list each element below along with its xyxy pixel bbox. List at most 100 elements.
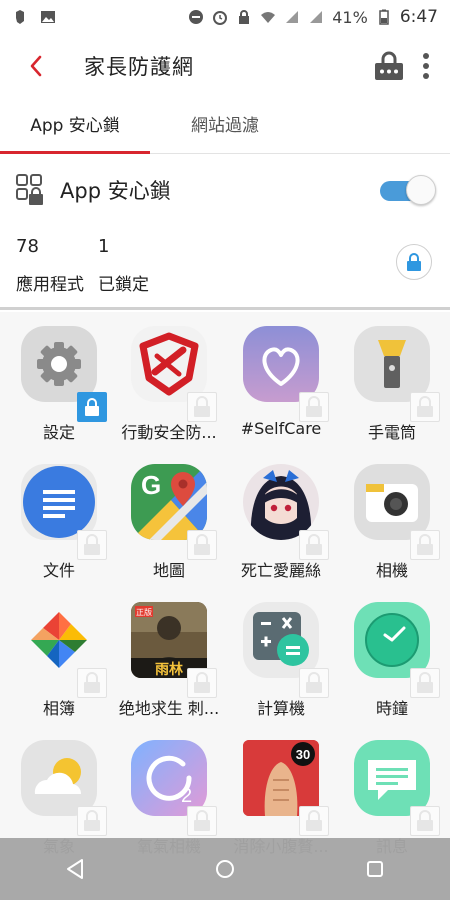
app-tile-settings[interactable]: 設定 — [3, 312, 115, 450]
pin-lock-button[interactable] — [374, 46, 404, 86]
home-circle-icon — [216, 860, 234, 878]
fitness-30-icon: 30 — [243, 740, 319, 816]
anime-girl-icon — [243, 464, 319, 540]
app-lock-label: App 安心鎖 — [60, 179, 171, 203]
lock-badge-locked[interactable] — [77, 392, 107, 422]
tab-web-filter[interactable]: 網站過濾 — [150, 98, 300, 153]
apps-label: 應用程式 — [16, 275, 84, 295]
settings-gear-icon — [21, 326, 97, 402]
maps-icon: G — [131, 464, 207, 540]
app-tile-flashlight[interactable]: 手電筒 — [336, 312, 448, 450]
lock-open-icon — [417, 534, 433, 555]
app-label: 死亡愛麗絲 — [240, 561, 321, 580]
app-tile-docs[interactable]: 文件 — [3, 450, 115, 588]
fitness-badge-text: 30 — [296, 747, 310, 762]
battery-icon — [379, 9, 389, 25]
lock-badge-unlocked[interactable] — [187, 668, 217, 698]
locked-count: 1 — [98, 236, 110, 257]
lock-open-icon — [194, 810, 210, 831]
weather-icon — [21, 740, 97, 816]
lock-badge-unlocked[interactable] — [187, 530, 217, 560]
more-options-button[interactable] — [422, 46, 430, 86]
nav-back-button[interactable] — [45, 844, 105, 894]
lock-open-icon — [84, 534, 100, 555]
app-tile-photos[interactable]: 相簿 — [3, 588, 115, 726]
divider — [0, 307, 450, 310]
clock-time: 6:47 — [399, 7, 438, 27]
game-text: 雨林 — [155, 661, 183, 678]
battery-percent: 41% — [332, 7, 368, 27]
locked-label: 已鎖定 — [98, 275, 149, 295]
lock-icon — [407, 253, 421, 271]
app-tile-death-alice[interactable]: 死亡愛麗絲 — [225, 450, 337, 588]
lock-badge-unlocked[interactable] — [410, 806, 440, 836]
mobile-security-icon — [131, 326, 207, 402]
lock-badge-unlocked[interactable] — [77, 806, 107, 836]
app-tile-camera[interactable]: 相機 — [336, 450, 448, 588]
lock-open-icon — [194, 534, 210, 555]
app-tile-calculator[interactable]: 計算機 — [225, 588, 337, 726]
flashlight-icon — [354, 326, 430, 402]
evernote-icon — [16, 10, 24, 24]
lock-open-icon — [84, 810, 100, 831]
clock-icon — [354, 602, 430, 678]
game-tag-text: 正版 — [136, 607, 152, 617]
lock-icon — [239, 10, 250, 24]
lock-badge-unlocked[interactable] — [187, 392, 217, 422]
messages-icon — [354, 740, 430, 816]
app-tile-mobile-security[interactable]: 行動安全防... — [113, 312, 225, 450]
wifi-icon — [261, 12, 276, 23]
toggle-knob — [406, 175, 436, 205]
lock-badge-unlocked[interactable] — [187, 806, 217, 836]
pin-lock-icon — [375, 51, 403, 80]
lock-open-icon — [84, 672, 100, 693]
nav-home-button[interactable] — [195, 844, 255, 894]
lock-badge-unlocked[interactable] — [410, 668, 440, 698]
lock-open-icon — [306, 396, 322, 417]
locked-apps-button[interactable] — [396, 244, 432, 280]
apps-count: 78 — [16, 236, 39, 257]
tab-app-lock[interactable]: App 安心鎖 — [0, 98, 150, 154]
lock-open-icon — [306, 810, 322, 831]
app-tile-maps[interactable]: G 地圖 — [113, 450, 225, 588]
lock-open-icon — [194, 396, 210, 417]
app-label: 計算機 — [256, 699, 305, 718]
app-grid: 設定 行動安全防... #SelfCare 手電筒 文件 G 地圖 死亡愛麗絲 … — [0, 312, 450, 856]
system-nav-bar — [0, 838, 450, 900]
lock-open-icon — [417, 672, 433, 693]
lock-stats: 78 1 應用程式 已鎖定 — [0, 232, 450, 300]
svg-text:G: G — [141, 470, 161, 500]
tab-bar: App 安心鎖 網站過濾 — [0, 98, 450, 154]
lock-open-icon — [417, 810, 433, 831]
back-arrow-icon — [30, 55, 42, 77]
oxygen-camera-icon: 2 — [131, 740, 207, 816]
lock-open-icon — [306, 672, 322, 693]
lock-open-icon — [306, 534, 322, 555]
back-button[interactable] — [8, 34, 64, 98]
lock-badge-unlocked[interactable] — [299, 806, 329, 836]
app-label: 地圖 — [152, 561, 185, 580]
lock-badge-unlocked[interactable] — [299, 668, 329, 698]
app-label: 相機 — [375, 561, 408, 580]
heart-icon — [243, 326, 319, 402]
lock-badge-unlocked[interactable] — [299, 530, 329, 560]
app-label: 手電筒 — [367, 423, 416, 442]
oxygen-badge-text: 2 — [181, 785, 192, 807]
back-triangle-icon — [67, 859, 83, 879]
lock-badge-unlocked[interactable] — [77, 530, 107, 560]
lock-badge-unlocked[interactable] — [77, 668, 107, 698]
lock-badge-unlocked[interactable] — [410, 392, 440, 422]
app-tile-clock[interactable]: 時鐘 — [336, 588, 448, 726]
app-lock-toggle[interactable] — [380, 175, 436, 205]
lock-badge-unlocked[interactable] — [299, 392, 329, 422]
image-icon — [41, 11, 55, 23]
nav-recents-button[interactable] — [345, 844, 405, 894]
camera-icon — [354, 464, 430, 540]
do-not-disturb-icon — [189, 10, 204, 24]
lock-badge-unlocked[interactable] — [410, 530, 440, 560]
alarm-icon — [213, 11, 228, 25]
signal-icon — [286, 11, 299, 23]
app-tile-pubg[interactable]: 正版 雨林 绝地求生 刺... — [113, 588, 225, 726]
calculator-icon — [243, 602, 319, 678]
app-tile-selfcare[interactable]: #SelfCare — [225, 312, 337, 450]
